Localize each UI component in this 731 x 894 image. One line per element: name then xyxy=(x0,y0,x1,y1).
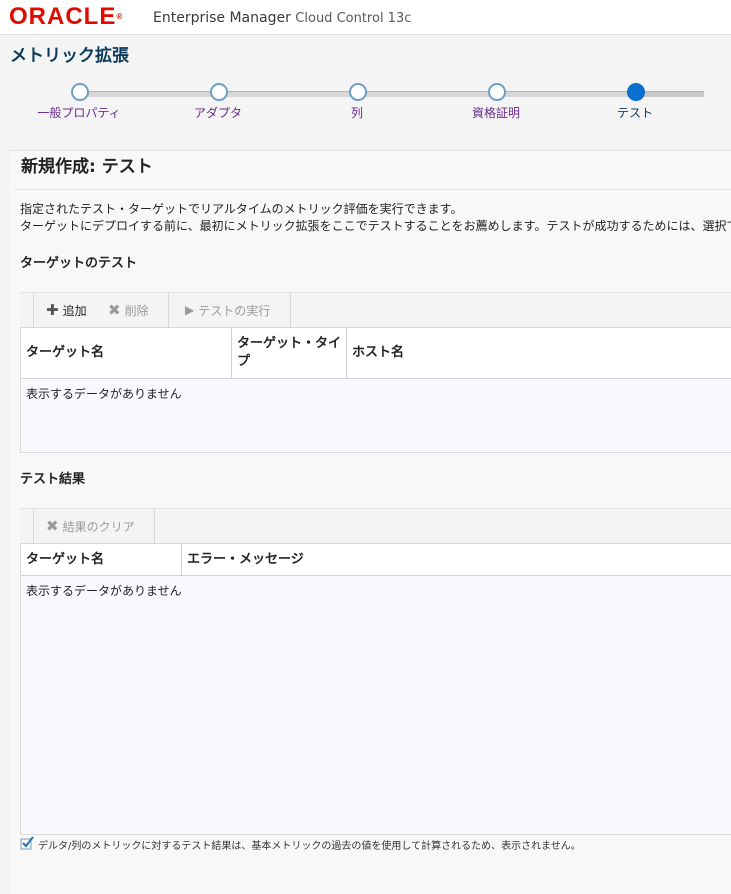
oracle-logo[interactable]: ORACLE® xyxy=(9,5,122,29)
logo-text: ORACLE xyxy=(9,3,117,30)
clear-results-label: 結果のクリア xyxy=(62,519,135,534)
test-results-table: ターゲット名 エラー・メッセージ 表示するデータがありません xyxy=(20,543,731,835)
step-label-columns[interactable]: 列 xyxy=(351,106,363,120)
app-header: ORACLE® Enterprise Manager Cloud Control… xyxy=(0,0,731,35)
target-test-table: ターゲット名 ターゲット・タイプ ホスト名 表示するデータがありません xyxy=(20,327,731,453)
step-label-credentials[interactable]: 資格証明 xyxy=(472,106,520,120)
column-header-target-name[interactable]: ターゲット名 xyxy=(21,544,182,575)
checkmark-icon xyxy=(20,836,34,853)
run-test-button[interactable]: ▶ テストの実行 xyxy=(185,293,270,327)
column-header-error-message[interactable]: エラー・メッセージ xyxy=(182,544,731,575)
step-description: 指定されたテスト・ターゲットでリアルタイムのメトリック評価を実行できます。 ター… xyxy=(20,201,731,235)
test-results-toolbar: ✖ 結果のクリア xyxy=(20,508,731,543)
step-stop-columns[interactable] xyxy=(349,83,367,101)
step-label-test-current: テスト xyxy=(616,106,654,120)
footnote-text: デルタ/列のメトリックに対するテスト結果は、基本メトリックの過去の値を使用して計… xyxy=(38,841,581,852)
target-test-table-header: ターゲット名 ターゲット・タイプ ホスト名 xyxy=(21,328,731,379)
plus-icon: ✚ xyxy=(46,301,59,319)
page-title: メトリック拡張 xyxy=(10,46,129,66)
empty-table-message: 表示するデータがありません xyxy=(26,584,182,598)
description-line-2: ターゲットにデプロイする前に、最初にメトリック拡張をここでテストすることをお薦め… xyxy=(20,219,731,233)
subtitle-divider xyxy=(14,189,731,190)
column-header-target-type[interactable]: ターゲット・タイプ xyxy=(232,328,347,378)
product-name: Enterprise Manager Cloud Control 13c xyxy=(153,10,411,27)
step-stop-credentials[interactable] xyxy=(488,83,506,101)
remove-target-label: 削除 xyxy=(124,303,149,318)
step-stop-test-current xyxy=(627,83,645,101)
product-main: Enterprise Manager xyxy=(153,10,291,26)
clear-results-button[interactable]: ✖ 結果のクリア xyxy=(46,509,135,543)
x-icon: ✖ xyxy=(46,517,59,535)
footnote: デルタ/列のメトリックに対するテスト結果は、基本メトリックの過去の値を使用して計… xyxy=(20,836,581,853)
logo-registered-mark: ® xyxy=(116,12,123,21)
toolbar-divider xyxy=(154,509,155,543)
empty-table-message: 表示するデータがありません xyxy=(26,387,182,401)
target-test-toolbar: ✚ 追加 ✖ 削除 ▶ テストの実行 xyxy=(20,292,731,327)
product-edition: Cloud Control 13c xyxy=(295,11,412,26)
add-target-button[interactable]: ✚ 追加 xyxy=(46,293,87,327)
toolbar-divider xyxy=(33,293,34,327)
step-stop-adapter[interactable] xyxy=(210,83,228,101)
step-label-general-properties[interactable]: 一般プロパティ xyxy=(37,106,120,120)
toolbar-divider xyxy=(290,293,291,327)
x-icon: ✖ xyxy=(108,301,121,319)
wizard-train: 一般プロパティ アダプタ 列 資格証明 テスト xyxy=(0,78,731,128)
add-target-label: 追加 xyxy=(62,303,87,318)
remove-target-button[interactable]: ✖ 削除 xyxy=(108,293,149,327)
run-test-label: テストの実行 xyxy=(198,303,271,318)
target-test-section-title: ターゲットのテスト xyxy=(20,256,138,271)
toolbar-divider xyxy=(168,293,169,327)
step-subtitle: 新規作成: テスト xyxy=(21,157,153,177)
step-stop-general-properties[interactable] xyxy=(71,83,89,101)
test-results-section-title: テスト結果 xyxy=(20,472,86,487)
column-header-target-name[interactable]: ターゲット名 xyxy=(21,328,232,378)
play-icon: ▶ xyxy=(185,303,195,317)
description-line-1: 指定されたテスト・ターゲットでリアルタイムのメトリック評価を実行できます。 xyxy=(20,202,463,216)
toolbar-divider xyxy=(33,509,34,543)
step-label-adapter[interactable]: アダプタ xyxy=(194,106,242,120)
column-header-host-name[interactable]: ホスト名 xyxy=(347,328,731,378)
test-results-table-header: ターゲット名 エラー・メッセージ xyxy=(21,544,731,576)
